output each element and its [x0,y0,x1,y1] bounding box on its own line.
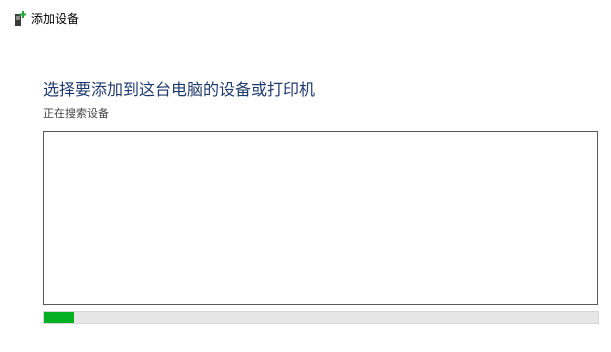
search-progress-bar [43,311,599,324]
device-list[interactable] [43,131,598,305]
search-progress-fill [44,312,75,323]
window-title-bar: 添加设备 [14,10,79,28]
add-device-icon [14,11,27,27]
window-title: 添加设备 [31,12,80,26]
page-heading: 选择要添加到这台电脑的设备或打印机 [43,80,316,99]
search-status-text: 正在搜索设备 [43,107,109,120]
